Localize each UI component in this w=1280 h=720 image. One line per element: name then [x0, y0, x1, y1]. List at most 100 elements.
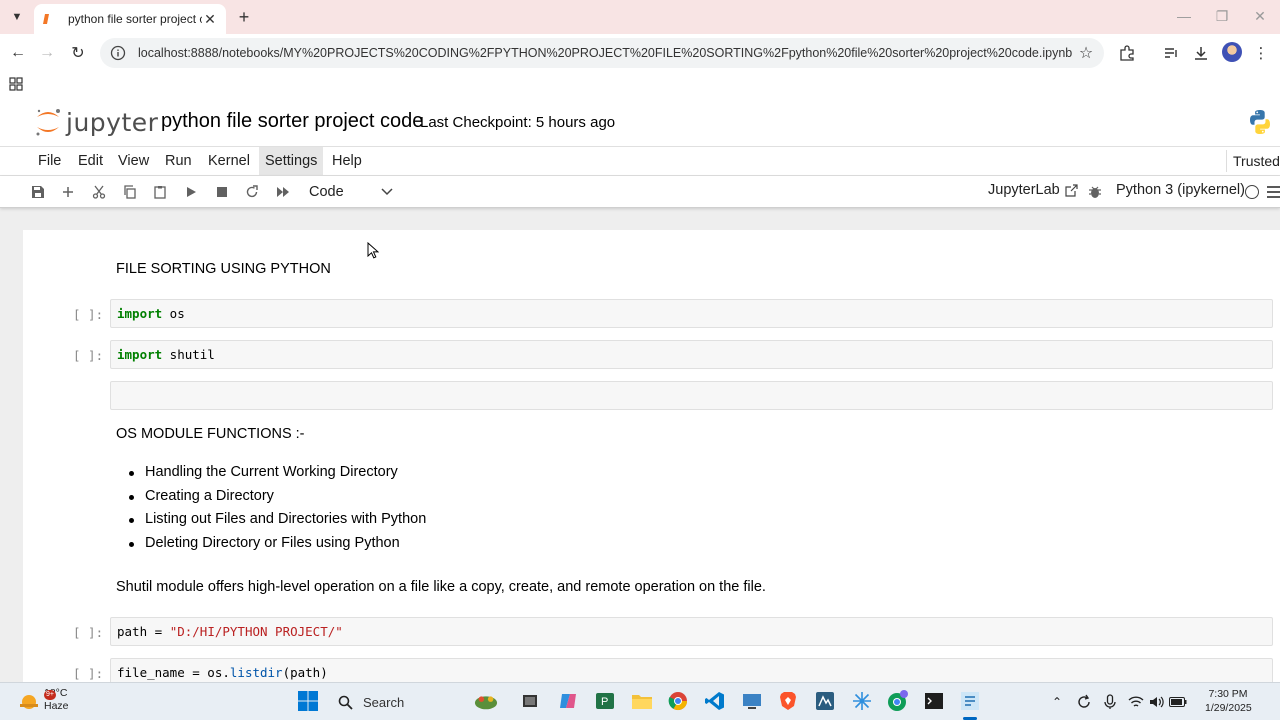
- last-checkpoint: Last Checkpoint: 5 hours ago: [420, 114, 616, 131]
- debugger-bug-icon[interactable]: [1088, 185, 1102, 199]
- tab-search-dropdown-icon[interactable]: ▼: [6, 6, 28, 28]
- code-string: "D:/HI/PYTHON PROJECT/": [169, 624, 343, 639]
- maximize-icon[interactable]: ❐: [1212, 6, 1232, 26]
- terminal-icon[interactable]: [922, 689, 946, 713]
- profile-avatar[interactable]: [1222, 42, 1242, 62]
- clock-date: 1/29/2025: [1205, 702, 1252, 714]
- browser-menu-icon[interactable]: ⋮: [1250, 42, 1272, 64]
- taskbar-clock[interactable]: 7:30 PM 1/29/2025: [1205, 687, 1252, 715]
- markdown-cell-title[interactable]: FILE SORTING USING PYTHON: [116, 261, 331, 277]
- code-function: listdir: [229, 665, 283, 680]
- markdown-shutil-description[interactable]: Shutil module offers high-level operatio…: [116, 579, 766, 595]
- apps-grid-icon[interactable]: [9, 77, 23, 91]
- reload-icon[interactable]: ↻: [67, 42, 89, 64]
- search-icon: [338, 695, 353, 710]
- external-link-icon: [1065, 183, 1078, 197]
- code-text: shutil: [162, 347, 215, 362]
- add-cell-icon[interactable]: [57, 181, 79, 203]
- menu-run[interactable]: Run: [159, 147, 198, 175]
- widgets-app-icon[interactable]: [474, 689, 498, 713]
- code-text: os: [162, 306, 185, 321]
- notebook-panel: FILE SORTING USING PYTHON [ ]: import os…: [23, 230, 1280, 682]
- notification-badge: 9+: [44, 690, 56, 700]
- back-arrow-icon[interactable]: ←: [7, 42, 29, 64]
- bookmarks-bar: [0, 72, 1280, 98]
- download-icon[interactable]: [1190, 42, 1212, 64]
- wifi-icon[interactable]: [1127, 693, 1145, 711]
- menu-file[interactable]: File: [32, 147, 67, 175]
- media-controls-icon[interactable]: [1160, 42, 1182, 64]
- restart-kernel-icon[interactable]: [241, 181, 263, 203]
- battery-icon[interactable]: [1169, 693, 1187, 711]
- volume-icon[interactable]: [1148, 693, 1166, 711]
- jupyter-app-icon[interactable]: [958, 689, 982, 713]
- save-icon[interactable]: [27, 181, 49, 203]
- forward-arrow-icon[interactable]: →: [36, 42, 58, 64]
- kernel-name[interactable]: Python 3 (ipykernel): [1116, 182, 1245, 198]
- bookmark-star-icon[interactable]: ☆: [1076, 43, 1096, 63]
- url-text[interactable]: localhost:8888/notebooks/MY%20PROJECTS%2…: [138, 46, 1076, 60]
- markdown-os-heading[interactable]: OS MODULE FUNCTIONS :-: [116, 426, 305, 442]
- cell-prompt: [ ]:: [73, 666, 104, 681]
- code-cell-path[interactable]: path = "D:/HI/PYTHON PROJECT/": [110, 617, 1273, 646]
- run-cell-icon[interactable]: [180, 181, 202, 203]
- list-item: Handling the Current Working Directory: [128, 464, 426, 488]
- jupyter-header: jupyter python file sorter project code …: [0, 98, 1280, 146]
- new-tab-icon[interactable]: +: [233, 6, 255, 28]
- microphone-icon[interactable]: [1101, 693, 1119, 711]
- minimize-icon[interactable]: —: [1174, 6, 1194, 26]
- chevron-down-icon: [381, 188, 393, 196]
- extensions-icon[interactable]: [1116, 42, 1138, 64]
- list-item: Creating a Directory: [128, 488, 426, 512]
- weather-widget[interactable]: 9+ 18°C Haze: [18, 687, 69, 713]
- mysql-workbench-icon[interactable]: [813, 689, 837, 713]
- file-explorer-icon[interactable]: [630, 689, 654, 713]
- sync-icon[interactable]: [1075, 693, 1093, 711]
- cell-type-select[interactable]: Code: [309, 180, 393, 204]
- url-omnibox[interactable]: localhost:8888/notebooks/MY%20PROJECTS%2…: [100, 38, 1104, 68]
- browser-tab-active[interactable]: python file sorter project code ✕: [34, 4, 226, 34]
- toolbar-more-icon[interactable]: [1267, 186, 1280, 198]
- close-tab-icon[interactable]: ✕: [202, 11, 218, 28]
- close-window-icon[interactable]: ✕: [1250, 6, 1270, 26]
- copy-icon[interactable]: [119, 181, 141, 203]
- site-info-icon[interactable]: [110, 45, 126, 61]
- code-cell-listdir[interactable]: file_name = os.listdir(path): [110, 658, 1273, 682]
- menu-view[interactable]: View: [112, 147, 155, 175]
- chrome-icon[interactable]: [666, 689, 690, 713]
- copilot-icon[interactable]: [556, 689, 580, 713]
- weather-sun-icon: [20, 695, 38, 709]
- browser-address-bar: ← → ↻ localhost:8888/notebooks/MY%20PROJ…: [0, 34, 1280, 72]
- project-app-icon[interactable]: P: [593, 689, 617, 713]
- snipping-tool-icon[interactable]: [850, 689, 874, 713]
- menu-settings[interactable]: Settings: [259, 147, 324, 175]
- remote-desktop-icon[interactable]: [740, 689, 764, 713]
- interrupt-kernel-icon[interactable]: [211, 181, 233, 203]
- jupyter-logo-text: jupyter: [66, 107, 159, 137]
- python-logo-icon: [1250, 110, 1270, 134]
- code-text: (path): [282, 665, 328, 680]
- windows-start-icon[interactable]: [296, 689, 320, 713]
- menu-help[interactable]: Help: [326, 147, 368, 175]
- notebook-title[interactable]: python file sorter project code: [161, 110, 423, 133]
- chrome-profile-icon[interactable]: [886, 689, 910, 713]
- list-item: Listing out Files and Directories with P…: [128, 511, 426, 535]
- brave-icon[interactable]: [776, 689, 800, 713]
- restart-run-all-icon[interactable]: [272, 181, 294, 203]
- code-cell-empty[interactable]: [110, 381, 1273, 410]
- notebook-toolbar: Code JupyterLab Python 3 (ipykernel): [0, 176, 1280, 208]
- vscode-icon[interactable]: [703, 689, 727, 713]
- code-cell-import-shutil[interactable]: import shutil: [110, 340, 1273, 369]
- show-hidden-icons[interactable]: ⌃: [1048, 693, 1066, 711]
- task-view-icon[interactable]: [518, 689, 542, 713]
- jupyterlab-link[interactable]: JupyterLab: [988, 182, 1078, 198]
- taskbar-search[interactable]: Search: [330, 688, 460, 716]
- code-text: file_name = os.: [117, 665, 230, 680]
- paste-icon[interactable]: [149, 181, 171, 203]
- code-cell-import-os[interactable]: import os: [110, 299, 1273, 328]
- cut-icon[interactable]: [88, 181, 110, 203]
- menu-edit[interactable]: Edit: [72, 147, 109, 175]
- menu-kernel[interactable]: Kernel: [202, 147, 256, 175]
- jupyter-logo[interactable]: jupyter: [34, 106, 158, 138]
- trusted-indicator[interactable]: Trusted: [1226, 150, 1280, 172]
